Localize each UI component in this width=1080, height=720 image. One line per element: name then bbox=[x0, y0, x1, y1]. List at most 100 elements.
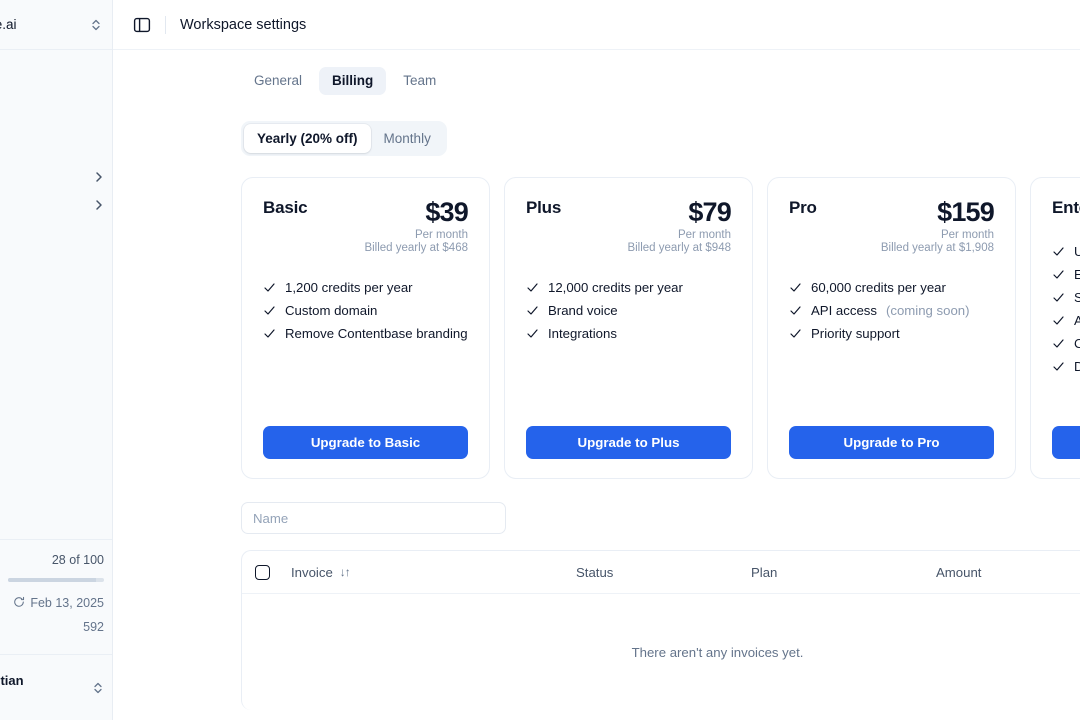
column-header-plan-label: Plan bbox=[751, 564, 778, 580]
upgrade-to-pro-button[interactable]: Upgrade to Pro bbox=[789, 426, 994, 460]
check-icon bbox=[1052, 291, 1065, 304]
check-icon bbox=[263, 281, 276, 294]
sidebar-user-subtitle: se bbox=[0, 689, 24, 703]
plan-name: Enterprise bbox=[1052, 198, 1080, 218]
sidebar-nav bbox=[0, 50, 112, 539]
plan-period: Per month bbox=[414, 229, 468, 242]
plan-feature: API access (coming soon) bbox=[789, 303, 994, 318]
plan-billed-note: Billed yearly at $468 bbox=[364, 242, 468, 255]
plan-feature: Custom domain bbox=[263, 303, 468, 318]
sort-updown-icon[interactable]: ↓↑ bbox=[340, 565, 351, 579]
plan-features: 60,000 credits per year API access (comi… bbox=[789, 280, 994, 341]
chevron-right-icon bbox=[94, 170, 104, 184]
plan-feature-label: 60,000 credits per year bbox=[811, 280, 946, 296]
sidebar-nav-expand-2[interactable] bbox=[94, 198, 104, 212]
settings-content: General Billing Team Yearly (20% off) Mo… bbox=[113, 50, 1080, 711]
billing-cycle-monthly[interactable]: Monthly bbox=[371, 124, 444, 154]
name-filter-input[interactable] bbox=[241, 502, 506, 535]
check-icon bbox=[1052, 360, 1065, 373]
plan-price: $159 bbox=[937, 197, 995, 228]
upgrade-to-plus-button[interactable]: Upgrade to Plus bbox=[526, 426, 731, 460]
plan-name: Pro bbox=[789, 198, 817, 218]
tab-general[interactable]: General bbox=[241, 67, 315, 95]
plan-name: Basic bbox=[263, 198, 308, 218]
sidebar: se.ai bbox=[0, 0, 113, 720]
tab-team[interactable]: Team bbox=[390, 67, 449, 95]
plan-features: Unlimited credits Export content Single … bbox=[1052, 244, 1080, 374]
plan-feature: Dedicated account manager bbox=[1052, 359, 1080, 374]
billing-cycle-yearly[interactable]: Yearly (20% off) bbox=[244, 123, 371, 154]
upgrade-to-basic-button[interactable]: Upgrade to Basic bbox=[263, 426, 468, 460]
plan-card-plus: Plus $79 Per month Billed yearly at $948… bbox=[504, 177, 753, 480]
plan-name: Plus bbox=[526, 198, 562, 218]
main-area: Workspace settings General Billing Team … bbox=[113, 0, 1080, 720]
topbar: Workspace settings bbox=[113, 0, 1080, 50]
plan-feature: 12,000 credits per year bbox=[526, 280, 731, 295]
select-all-checkbox[interactable] bbox=[255, 564, 291, 580]
refresh-icon bbox=[13, 596, 25, 611]
invoice-filter-row bbox=[241, 502, 1080, 535]
workspace-name: se.ai bbox=[0, 17, 17, 32]
plan-feature: Custom billing bbox=[1052, 336, 1080, 351]
plan-feature: Export content bbox=[1052, 267, 1080, 282]
plan-feature-label: Dedicated account manager bbox=[1074, 359, 1080, 375]
page-title: Workspace settings bbox=[180, 16, 307, 33]
plan-header: Plus $79 Per month Billed yearly at $948 bbox=[526, 197, 732, 255]
check-icon bbox=[1052, 245, 1065, 258]
plan-features: 1,200 credits per year Custom domain Rem… bbox=[263, 280, 468, 341]
plan-header: Enterprise bbox=[1052, 198, 1080, 218]
settings-tabs: General Billing Team bbox=[113, 50, 1080, 95]
check-icon bbox=[1052, 268, 1065, 281]
sidebar-usage-panel: 28 of 100 Feb 13, 2025 592 bbox=[0, 539, 112, 654]
plan-header: Basic $39 Per month Billed yearly at $46… bbox=[263, 198, 469, 255]
plan-features: 12,000 credits per year Brand voice Inte… bbox=[526, 280, 731, 341]
contact-sales-button[interactable]: Contact sales bbox=[1052, 426, 1080, 460]
plan-feature-label: Single sign-on (SSO) bbox=[1074, 290, 1080, 306]
plan-feature-label: Custom domain bbox=[285, 303, 378, 319]
usage-secondary-count: 592 bbox=[83, 620, 104, 634]
sidebar-user-switcher[interactable]: astian se bbox=[0, 654, 112, 720]
plan-period: Per month bbox=[940, 229, 994, 242]
app-root: se.ai bbox=[0, 0, 1080, 720]
check-icon bbox=[789, 327, 802, 340]
invoices-table: Invoice ↓↑ Status Plan Amount Created bbox=[241, 550, 1080, 711]
tab-billing[interactable]: Billing bbox=[319, 67, 387, 95]
column-header-invoice[interactable]: Invoice ↓↑ bbox=[291, 565, 576, 580]
plan-feature-note: (coming soon) bbox=[885, 303, 970, 319]
chevron-up-down-icon[interactable] bbox=[92, 680, 104, 696]
plan-feature-label: API access bbox=[811, 303, 877, 319]
plan-feature: Remove Contentbase branding bbox=[263, 326, 468, 341]
sidebar-nav-expand-1[interactable] bbox=[94, 170, 104, 184]
plan-feature-label: Custom billing bbox=[1074, 336, 1080, 352]
usage-renew-date: Feb 13, 2025 bbox=[30, 596, 104, 610]
check-icon bbox=[789, 304, 802, 317]
workspace-switcher[interactable]: se.ai bbox=[0, 0, 112, 50]
plan-feature-label: 1,200 credits per year bbox=[285, 280, 413, 296]
checkbox-icon bbox=[255, 564, 270, 580]
plan-feature-label: 12,000 credits per year bbox=[548, 280, 683, 296]
plan-feature: Priority support bbox=[789, 326, 994, 341]
plan-feature: Single sign-on (SSO) bbox=[1052, 290, 1080, 305]
plan-billed-note: Billed yearly at $1,908 bbox=[880, 242, 994, 255]
plan-cards: Basic $39 Per month Billed yearly at $46… bbox=[241, 177, 1080, 480]
plan-price-block: $159 Per month Billed yearly at $1,908 bbox=[880, 197, 995, 255]
plan-feature-label: Unlimited credits bbox=[1074, 244, 1080, 260]
usage-credits-count: 28 of 100 bbox=[51, 553, 104, 567]
plan-price-block: $39 Per month Billed yearly at $468 bbox=[364, 198, 468, 255]
plan-feature-label: Integrations bbox=[548, 326, 617, 342]
plan-price-block: $79 Per month Billed yearly at $948 bbox=[627, 197, 731, 255]
invoices-table-header: Invoice ↓↑ Status Plan Amount Created bbox=[242, 551, 1080, 595]
column-header-status-label: Status bbox=[576, 564, 614, 580]
column-header-status: Status bbox=[576, 565, 751, 580]
chevron-up-down-icon[interactable] bbox=[90, 17, 102, 33]
check-icon bbox=[526, 281, 539, 294]
plan-price: $79 bbox=[688, 197, 731, 228]
invoices-empty-state: There aren't any invoices yet. bbox=[631, 644, 804, 660]
plan-card-pro: Pro $159 Per month Billed yearly at $1,9… bbox=[767, 177, 1016, 480]
check-icon bbox=[263, 304, 276, 317]
plan-feature: 1,200 credits per year bbox=[263, 280, 468, 295]
plan-feature-label: Export content bbox=[1074, 267, 1080, 283]
column-header-invoice-label: Invoice bbox=[291, 564, 333, 580]
plan-feature-label: Priority support bbox=[811, 326, 900, 342]
sidebar-panel-icon[interactable] bbox=[133, 16, 151, 34]
